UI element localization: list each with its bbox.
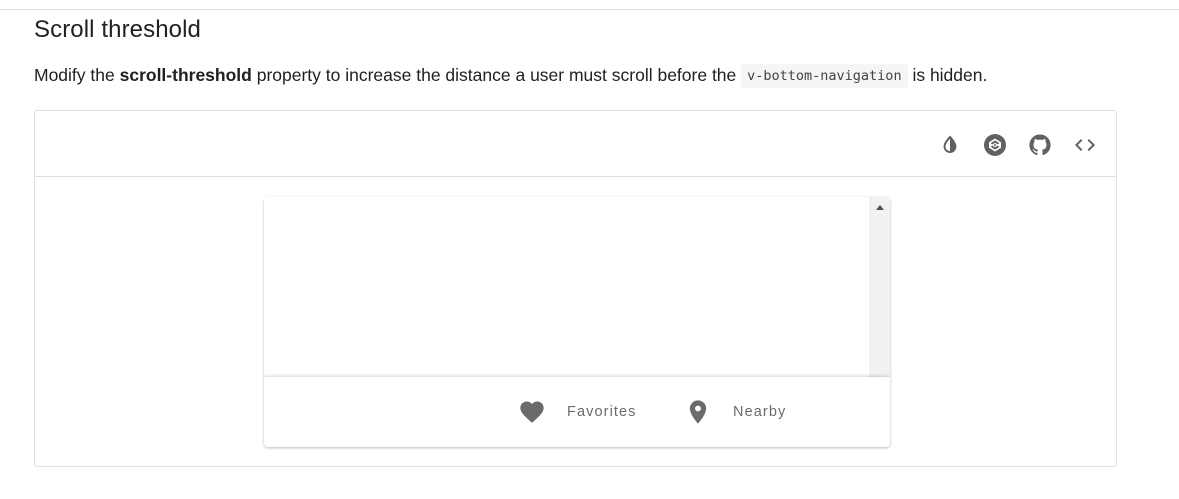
map-marker-icon	[689, 400, 707, 424]
description-text-mid: property to increase the distance a user…	[251, 65, 742, 85]
bottom-navigation: Favorites Nearby	[264, 377, 890, 447]
codepen-button[interactable]	[980, 130, 1010, 160]
github-button[interactable]	[1025, 130, 1055, 160]
scroll-content[interactable]	[264, 197, 869, 377]
nav-button-favorites[interactable]: Favorites	[518, 377, 637, 447]
invert-colors-icon	[943, 135, 957, 153]
section-description: Modify the scroll-threshold property to …	[34, 63, 1154, 88]
codepen-icon	[984, 134, 1006, 156]
nav-label-favorites: Favorites	[567, 404, 637, 420]
example-toolbar	[35, 111, 1116, 177]
demo-sheet: Favorites Nearby	[264, 197, 890, 447]
scrollbar-up-arrow[interactable]	[869, 197, 890, 217]
view-source-button[interactable]	[1070, 130, 1100, 160]
description-code-chip: v-bottom-navigation	[741, 64, 908, 88]
example-demo-area: Favorites Nearby	[35, 177, 1116, 467]
nav-label-nearby: Nearby	[733, 404, 787, 420]
scrollbar[interactable]	[869, 197, 890, 377]
description-text-post: is hidden.	[907, 65, 988, 85]
code-icon	[1075, 139, 1095, 151]
example-card: Favorites Nearby	[34, 110, 1117, 467]
description-text-pre: Modify the	[34, 65, 120, 85]
invert-colors-button[interactable]	[935, 130, 965, 160]
scroll-up-arrow-icon	[875, 204, 884, 210]
description-property-name: scroll-threshold	[119, 65, 252, 85]
nav-button-nearby[interactable]: Nearby	[684, 377, 786, 447]
section-title: Scroll threshold	[34, 16, 202, 43]
heart-icon	[520, 401, 544, 423]
top-divider	[0, 9, 1179, 10]
github-icon	[1029, 134, 1051, 156]
